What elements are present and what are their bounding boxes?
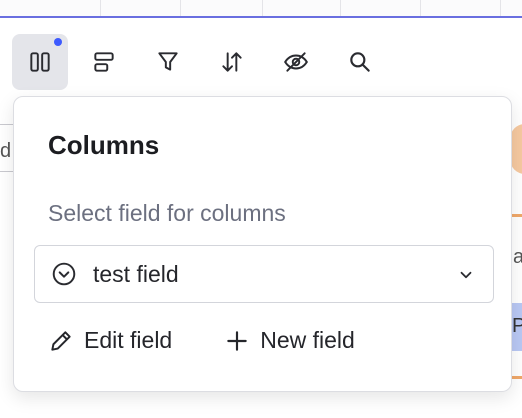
search-button[interactable] — [332, 34, 388, 90]
chevron-circle-icon — [52, 262, 76, 286]
sort-icon — [222, 52, 242, 72]
popover-title: Columns — [48, 130, 160, 160]
filter-icon — [158, 52, 178, 71]
view-toolbar — [12, 34, 396, 90]
board-canvas: d a P Columns Select field for columns t… — [0, 0, 522, 418]
background-text-highlight: P — [512, 315, 522, 337]
active-indicator — [54, 38, 62, 46]
background-divider — [512, 214, 522, 217]
columns-icon — [30, 52, 50, 72]
new-field-button[interactable]: New field — [224, 327, 355, 354]
background-text-left: d — [0, 140, 12, 162]
chevron-down-icon[interactable] — [457, 266, 475, 284]
field-actions: Edit field New field — [48, 327, 407, 354]
background-divider — [512, 376, 522, 379]
pencil-icon — [51, 330, 71, 351]
plus-icon — [227, 330, 247, 351]
edit-field-label: Edit field — [84, 327, 173, 353]
columns-button[interactable] — [12, 34, 68, 90]
filter-button[interactable] — [140, 34, 196, 90]
sort-button[interactable] — [204, 34, 260, 90]
group-rows-button[interactable] — [76, 34, 132, 90]
selected-field-value: test field — [93, 260, 179, 287]
edit-field-button[interactable]: Edit field — [48, 327, 172, 354]
search-icon — [350, 52, 370, 72]
rows-layout-icon — [94, 52, 114, 72]
field-select-label: Select field for columns — [48, 200, 286, 226]
column-field-select[interactable]: test field — [34, 245, 494, 303]
new-field-label: New field — [260, 327, 355, 353]
eye-off-icon — [284, 52, 308, 72]
background-text-right: a — [513, 246, 522, 268]
columns-popover: Columns Select field for columns test fi… — [13, 96, 512, 392]
board-header-strip — [0, 0, 522, 18]
hide-fields-button[interactable] — [268, 34, 324, 90]
